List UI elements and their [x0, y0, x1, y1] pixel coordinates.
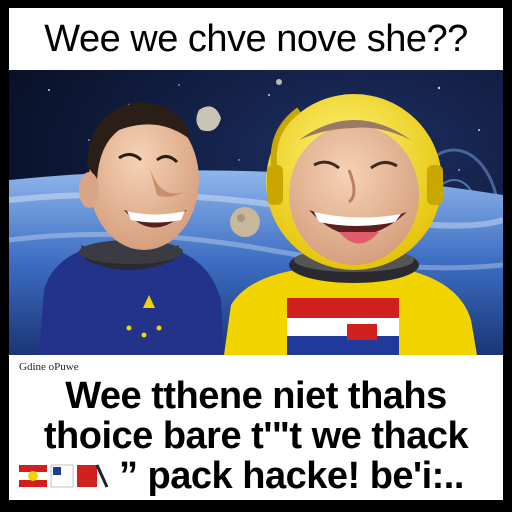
flag-icons — [19, 464, 109, 488]
caption-line-1: Wee tthene niet thahs — [65, 375, 447, 417]
caption-line-3: ” pack hacke! be'i:.. — [119, 455, 464, 497]
small-label: Gdine oPuwe — [19, 361, 79, 373]
bottom-caption-panel: Gdine oPuwe Wee tthene niet thahs thoice… — [9, 355, 503, 500]
caption-line-2: thoice bare t'"t we thack — [43, 415, 469, 457]
moon — [230, 207, 260, 237]
space-scene-illustration — [9, 70, 503, 355]
meme-frame: Wee we chve nove she?? Gdine oPuwe Wee t… — [0, 0, 512, 512]
top-caption: Wee we chve nove she?? — [9, 8, 503, 70]
